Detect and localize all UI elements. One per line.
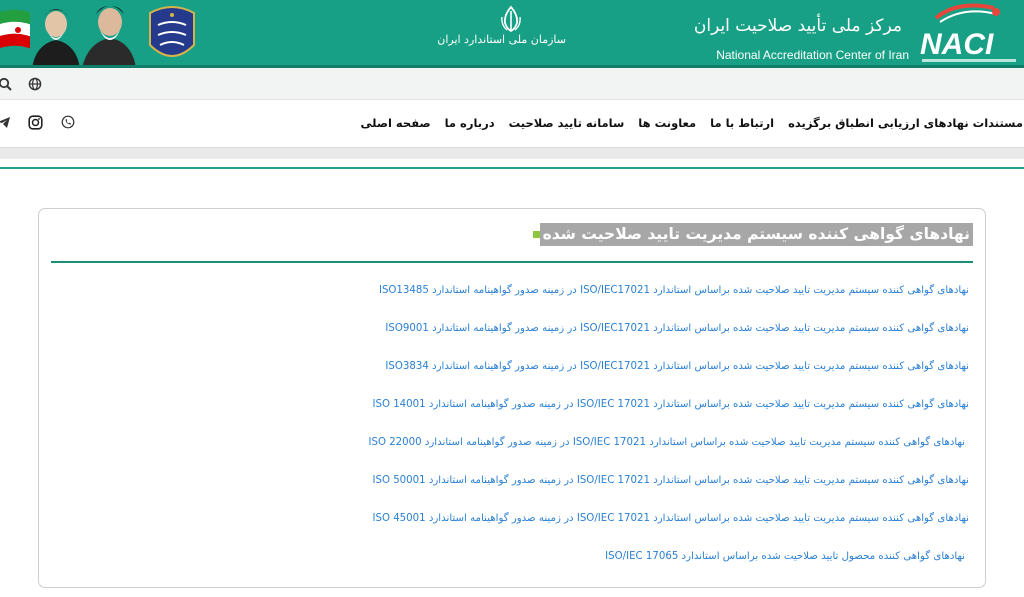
header-banner: سازمان ملی استاندارد ایران مرکز ملی تأیی… bbox=[0, 0, 1024, 68]
list-item: نهادهای گواهی کننده سیستم مدیریت تایید ص… bbox=[69, 423, 969, 461]
link-iso45001[interactable]: نهادهای گواهی کننده سیستم مدیریت تایید ص… bbox=[372, 513, 969, 524]
list-item: نهادهای گواهی کننده سیستم مدیریت تایید ص… bbox=[69, 347, 969, 385]
list-item: نهادهای گواهی کننده سیستم مدیریت تایید ص… bbox=[69, 461, 969, 499]
link-iso14001[interactable]: نهادهای گواهی کننده سیستم مدیریت تایید ص… bbox=[372, 399, 969, 410]
naci-logo[interactable]: NACI bbox=[918, 2, 1022, 66]
instagram-icon[interactable] bbox=[25, 112, 45, 132]
nav-selected-bodies-documents[interactable]: مستندات نهادهای ارزیابی انطباق برگزیده bbox=[781, 116, 1024, 130]
globe-icon[interactable] bbox=[26, 75, 44, 93]
nav-home[interactable]: صفحه اصلی bbox=[354, 116, 438, 130]
page-title: نهادهای گواهی کننده سیستم مدیریت تایید ص… bbox=[539, 223, 973, 246]
link-iso3834[interactable]: نهادهای گواهی کننده سیستم مدیریت تایید ص… bbox=[385, 361, 969, 372]
utility-bar bbox=[0, 68, 1024, 100]
card-header: نهادهای گواهی کننده سیستم مدیریت تایید ص… bbox=[525, 223, 973, 246]
link-list: نهادهای گواهی کننده سیستم مدیریت تایید ص… bbox=[69, 271, 969, 575]
nav-deputies[interactable]: معاونت ها bbox=[631, 116, 703, 130]
list-item: نهادهای گواهی کننده محصول تایید صلاحیت ش… bbox=[69, 537, 969, 575]
leaders-portrait-image bbox=[30, 0, 136, 68]
search-icon[interactable] bbox=[0, 75, 14, 93]
center-name-en: National Accreditation Center of Iran bbox=[716, 48, 909, 62]
link-iso9001[interactable]: نهادهای گواهی کننده سیستم مدیریت تایید ص… bbox=[385, 323, 969, 334]
link-iso22000[interactable]: نهادهای گواهی کننده سیستم مدیریت تایید ص… bbox=[368, 437, 965, 448]
list-item: نهادهای گواهی کننده سیستم مدیریت تایید ص… bbox=[69, 499, 969, 537]
phone-icon[interactable] bbox=[58, 112, 78, 132]
title-bullet-icon bbox=[532, 231, 540, 238]
nav-contact[interactable]: ارتباط با ما bbox=[703, 116, 781, 130]
nav-accreditation-system[interactable]: سامانه تایید صلاحیت bbox=[502, 116, 632, 130]
list-item: نهادهای گواهی کننده سیستم مدیریت تایید ص… bbox=[69, 309, 969, 347]
telegram-icon[interactable] bbox=[0, 112, 14, 132]
main-nav: صفحه اصلی درباره ما سامانه تایید صلاحیت … bbox=[0, 101, 1024, 145]
content-card: نهادهای گواهی کننده سیستم مدیریت تایید ص… bbox=[38, 208, 986, 588]
org-name: سازمان ملی استاندارد ایران bbox=[437, 33, 566, 46]
list-item: نهادهای گواهی کننده سیستم مدیریت تایید ص… bbox=[69, 385, 969, 423]
link-iso50001[interactable]: نهادهای گواهی کننده سیستم مدیریت تایید ص… bbox=[372, 475, 969, 486]
anniversary-emblem-image bbox=[149, 6, 195, 57]
naci-logo-text: NACI bbox=[920, 28, 994, 61]
center-name-fa: مرکز ملی تأیید صلاحیت ایران bbox=[693, 16, 902, 36]
iran-emblem-icon bbox=[501, 5, 521, 33]
accent-divider bbox=[0, 167, 1024, 169]
link-iso13485[interactable]: نهادهای گواهی کننده سیستم مدیریت تایید ص… bbox=[379, 285, 969, 296]
nav-menu: صفحه اصلی درباره ما سامانه تایید صلاحیت … bbox=[354, 101, 1024, 145]
list-item: نهادهای گواهی کننده سیستم مدیریت تایید ص… bbox=[69, 271, 969, 309]
link-iso17065[interactable]: نهادهای گواهی کننده محصول تایید صلاحیت ش… bbox=[605, 551, 965, 562]
nav-about[interactable]: درباره ما bbox=[438, 116, 502, 130]
nav-divider-bar bbox=[0, 147, 1024, 159]
title-rule bbox=[51, 261, 973, 263]
